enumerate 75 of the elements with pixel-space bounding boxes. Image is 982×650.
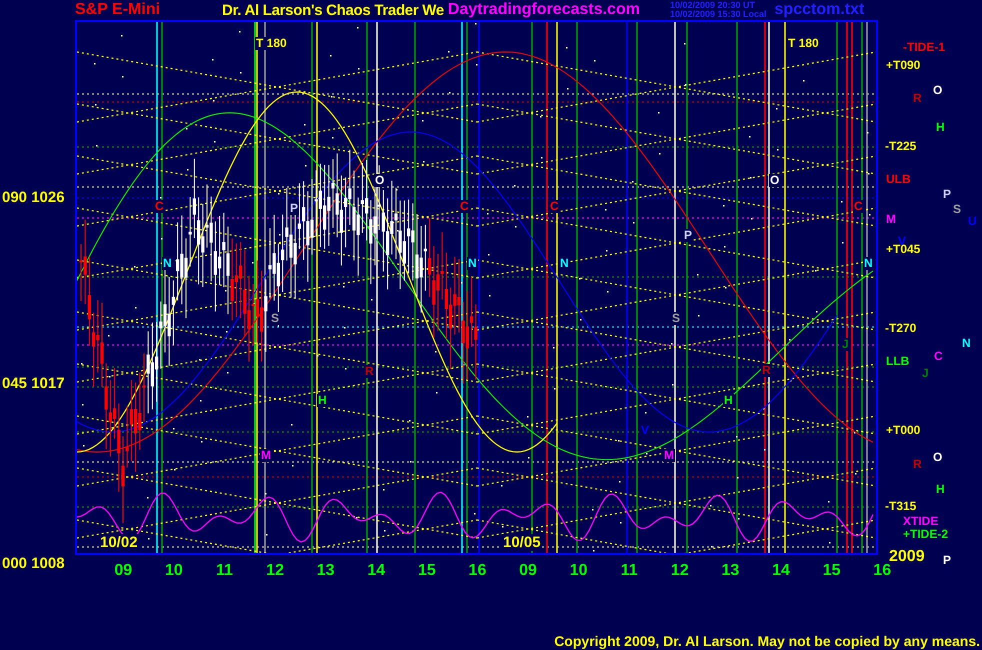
timestamp-ut: 10/02/2009 20:30 UT bbox=[670, 1, 756, 10]
hour-label: 13 bbox=[316, 561, 336, 581]
hour-label: 15 bbox=[822, 561, 842, 581]
file-name: spcctom.txt bbox=[774, 1, 864, 19]
hour-label: 12 bbox=[265, 561, 285, 581]
hour-label: 11 bbox=[620, 561, 639, 581]
hour-label: 15 bbox=[416, 561, 437, 581]
planet-marker: N bbox=[559, 257, 570, 270]
chart-title: Dr. Al Larson's Chaos Trader We bbox=[222, 2, 444, 18]
level-label: R bbox=[913, 457, 922, 471]
level-label: R bbox=[913, 91, 922, 105]
planet-marker: N bbox=[467, 257, 478, 270]
hour-label: 10 bbox=[568, 561, 589, 581]
planet-marker: H bbox=[317, 394, 328, 407]
level-label: C bbox=[934, 349, 943, 363]
site-name: Daytradingforecasts.com bbox=[448, 1, 640, 19]
level-label: O bbox=[933, 83, 942, 97]
level-label: J bbox=[922, 366, 929, 380]
level-label: +T090 bbox=[886, 58, 920, 72]
level-label: U bbox=[968, 214, 977, 228]
planet-marker: O bbox=[374, 174, 386, 187]
planet-marker: C bbox=[549, 200, 560, 213]
level-label: ULB bbox=[886, 172, 911, 186]
level-label: O bbox=[933, 450, 942, 464]
hour-label: 14 bbox=[366, 561, 386, 581]
planet-marker: C bbox=[459, 200, 470, 213]
level-label: N bbox=[962, 336, 971, 350]
axis-label: 045 1017 bbox=[2, 375, 65, 392]
level-label: H bbox=[936, 482, 945, 496]
level-label: +TIDE-2 bbox=[903, 527, 948, 541]
level-label: 2009 bbox=[889, 550, 925, 564]
level-label: XTIDE bbox=[903, 514, 938, 528]
level-label: -T225 bbox=[885, 139, 916, 153]
level-label: -TIDE-1 bbox=[903, 40, 945, 54]
hour-label: 10 bbox=[164, 561, 184, 581]
planet-marker: M bbox=[260, 449, 272, 462]
level-label: H bbox=[936, 120, 945, 134]
planet-marker: P bbox=[289, 202, 300, 215]
copyright-text: Copyright 2009, Dr. Al Larson. May not be copied by any means. bbox=[554, 633, 980, 649]
level-label: +T000 bbox=[886, 423, 920, 437]
level-label: M bbox=[886, 212, 896, 226]
level-label: P bbox=[943, 187, 952, 201]
level-label: S bbox=[953, 202, 962, 216]
planet-marker: T 180 bbox=[255, 37, 288, 50]
planet-marker: N bbox=[863, 257, 874, 270]
level-label: -T315 bbox=[885, 499, 916, 513]
planet-marker: C bbox=[154, 200, 165, 213]
hour-label: 12 bbox=[670, 561, 690, 581]
hour-label: 09 bbox=[113, 561, 134, 581]
hour-label: 14 bbox=[771, 561, 791, 581]
planet-marker: C bbox=[853, 200, 864, 213]
timestamp-local: 10/02/2009 15:30 Local bbox=[670, 10, 767, 19]
planet-marker: R bbox=[364, 365, 375, 378]
axis-label: 000 1008 bbox=[2, 555, 65, 572]
planet-marker: P bbox=[683, 229, 694, 242]
planet-marker: V bbox=[640, 424, 650, 437]
planet-marker: J bbox=[841, 338, 850, 351]
planet-marker: R bbox=[761, 364, 772, 377]
level-label: P bbox=[943, 553, 952, 567]
planet-marker: S bbox=[270, 312, 280, 325]
planet-marker: N bbox=[162, 257, 173, 270]
level-label: LLB bbox=[886, 354, 910, 368]
hour-label: 11 bbox=[215, 561, 234, 581]
planet-marker: H bbox=[723, 394, 734, 407]
planet-marker: M bbox=[663, 449, 675, 462]
date-label: 10/05 bbox=[502, 534, 542, 551]
symbol-title: S&P E-Mini bbox=[75, 1, 160, 19]
axis-label: 090 1026 bbox=[2, 189, 65, 206]
hour-label: 16 bbox=[468, 561, 488, 581]
hour-label: 09 bbox=[518, 561, 538, 581]
planet-marker: O bbox=[769, 174, 780, 187]
hour-label: 13 bbox=[720, 561, 740, 581]
level-label: -T270 bbox=[885, 321, 916, 335]
planet-marker: T 180 bbox=[787, 37, 820, 50]
planet-marker: S bbox=[671, 312, 682, 325]
